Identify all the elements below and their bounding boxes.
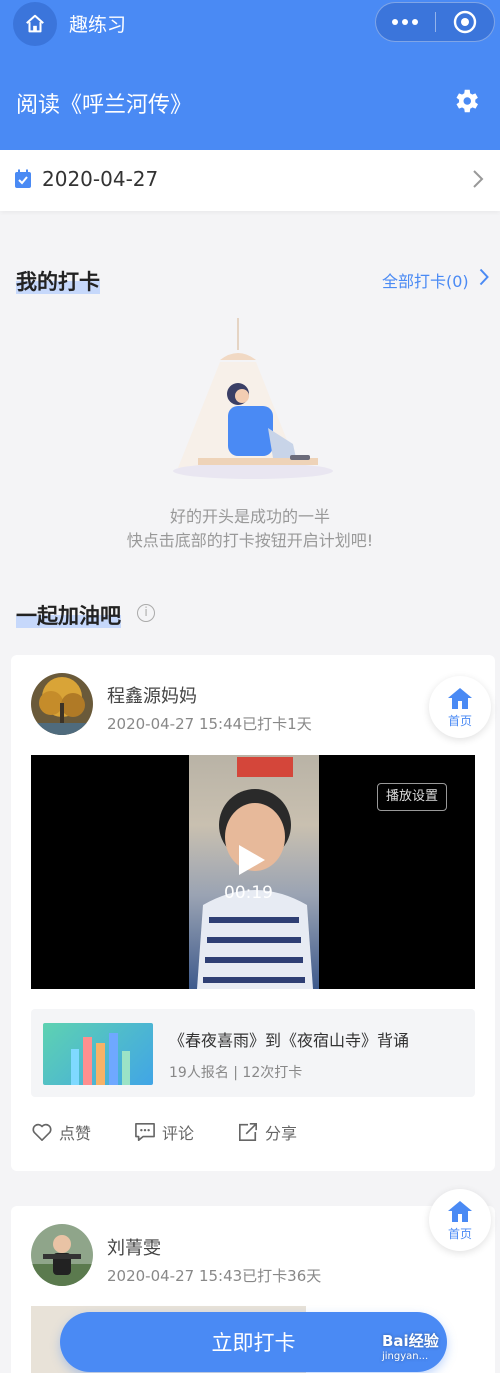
share-button[interactable]: 分享 [237,1120,297,1144]
checkin-meta: 2020-04-27 15:43已打卡36天 [107,1267,322,1285]
chevron-right-icon[interactable] [479,268,489,286]
app-name: 趣练习 [69,14,127,36]
my-checkin-title: 我的打卡 [16,270,100,294]
all-checkins-link[interactable]: 全部打卡(0) [382,268,469,292]
nav-home-button[interactable] [13,2,57,46]
watermark: Bai经验 jingyan... [382,1332,439,1362]
top-header: 趣练习 阅读《呼兰河传》 [0,0,500,150]
checkin-meta: 2020-04-27 15:44已打卡1天 [107,715,312,733]
gear-icon[interactable] [451,86,481,116]
avatar-image [31,673,93,735]
chevron-right-icon [473,170,484,188]
home-icon [448,1200,472,1222]
user-name[interactable]: 刘菁雯 [107,1234,161,1260]
more-dots-icon [392,19,419,25]
post-actions: 点赞 评论 分享 [31,1120,475,1150]
close-button[interactable] [436,10,495,34]
page-title: 阅读《呼兰河传》 [16,93,193,118]
empty-reading-illustration [173,318,333,479]
share-icon [239,1123,257,1141]
floating-home-label: 首页 [447,713,472,728]
course-title: 《春夜喜雨》到《夜宿山寺》背诵 [169,1031,410,1050]
info-icon[interactable]: i [137,604,155,622]
like-button[interactable]: 点赞 [31,1120,91,1144]
video-duration: 00:19 [224,883,273,903]
play-settings-button[interactable]: 播放设置 [377,783,447,811]
floating-home-label: 首页 [447,1226,472,1241]
video-player[interactable]: 00:19 播放设置 [31,755,475,989]
share-label: 分享 [265,1124,298,1143]
empty-tip-line2: 快点击底部的打卡按钮开启计划吧! [126,531,374,550]
more-button[interactable] [376,18,435,26]
user-name[interactable]: 程鑫源妈妈 [107,682,197,708]
mini-program-capsule [375,2,495,42]
heart-icon [32,1123,52,1141]
avatar[interactable] [31,673,93,735]
selected-date: 2020-04-27 [42,167,159,191]
together-title: 一起加油吧 [16,604,121,628]
floating-home-button[interactable]: 首页 [429,1189,491,1251]
course-link[interactable]: 《春夜喜雨》到《夜宿山寺》背诵 19人报名 | 12次打卡 [31,1009,475,1097]
course-thumbnail [43,1023,153,1085]
checkin-post-card: 程鑫源妈妈 2020-04-27 15:44已打卡1天 00:19 播放设置 《… [11,655,495,1171]
like-label: 点赞 [59,1124,92,1143]
floating-home-button[interactable]: 首页 [429,676,491,738]
calendar-check-icon [15,169,31,188]
empty-tip-line1: 好的开头是成功的一半 [169,507,330,526]
comment-label: 评论 [162,1124,195,1143]
home-icon [26,14,44,33]
avatar[interactable] [31,1224,93,1286]
comment-button[interactable]: 评论 [134,1120,194,1144]
course-stats: 19人报名 | 12次打卡 [169,1065,303,1081]
play-icon[interactable] [239,845,265,875]
target-circle-icon [453,10,476,34]
avatar-image [31,1224,93,1286]
date-selector[interactable]: 2020-04-27 [0,150,500,211]
comment-icon [135,1123,155,1141]
home-icon [448,687,472,709]
